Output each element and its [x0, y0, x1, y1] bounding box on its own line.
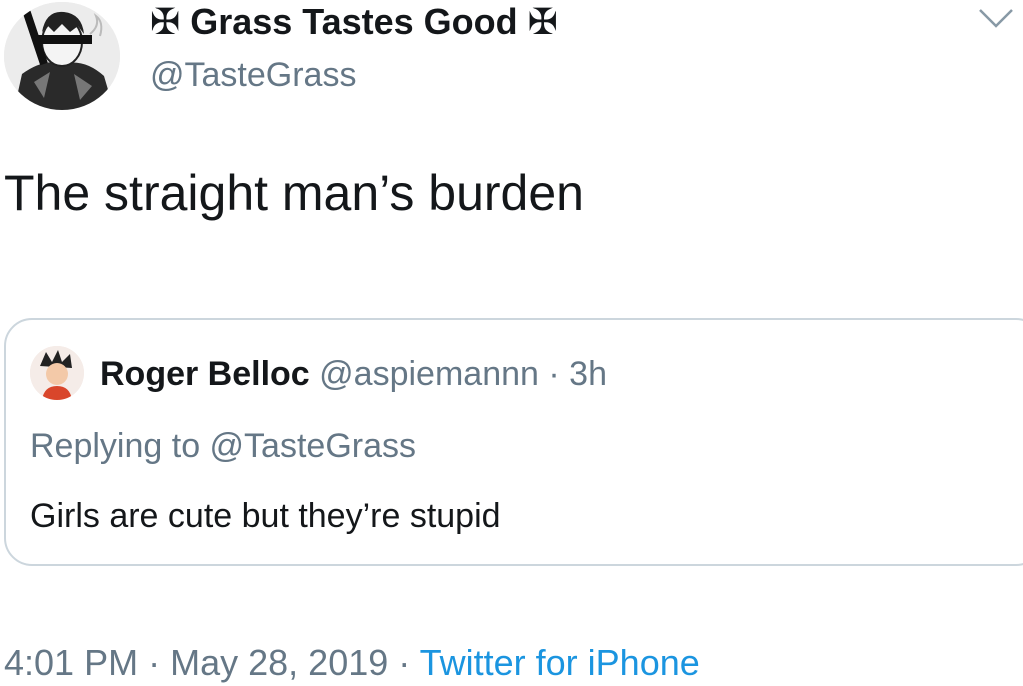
quoted-avatar[interactable] — [30, 346, 84, 400]
cross-icon: ✠ — [150, 1, 181, 42]
tweet-footer: 4:01 PM · May 28, 2019 · Twitter for iPh… — [4, 640, 700, 686]
quoted-time[interactable]: 3h — [569, 355, 607, 393]
quoted-name[interactable]: Roger Belloc — [100, 355, 310, 393]
quoted-tweet[interactable]: Roger Belloc @aspiemannn · 3h Replying t… — [4, 318, 1023, 566]
author-name[interactable]: ✠ Grass Tastes Good ✠ — [150, 0, 558, 44]
quoted-text: Girls are cute but they’re stupid — [30, 497, 501, 535]
author-handle[interactable]: @TasteGrass — [150, 54, 356, 96]
author-avatar[interactable] — [4, 2, 120, 110]
quoted-handle[interactable]: @aspiemannn — [319, 355, 539, 393]
tweet-time[interactable]: 4:01 PM — [4, 642, 138, 683]
tweet-date[interactable]: May 28, 2019 — [170, 642, 388, 683]
separator: · — [548, 355, 560, 393]
separator: · — [398, 642, 411, 683]
quoted-header: Roger Belloc @aspiemannn · 3h — [100, 352, 607, 396]
avatar-icon — [4, 2, 120, 110]
replying-to: Replying to @TasteGrass — [30, 427, 417, 465]
display-name-text: Grass Tastes Good — [190, 1, 518, 42]
cross-icon: ✠ — [527, 1, 558, 42]
separator: · — [148, 642, 161, 683]
avatar-icon — [30, 346, 84, 400]
tweet-source[interactable]: Twitter for iPhone — [420, 642, 700, 683]
tweet-text: The straight man’s burden — [4, 165, 584, 221]
chevron-down-icon[interactable] — [976, 6, 1016, 30]
